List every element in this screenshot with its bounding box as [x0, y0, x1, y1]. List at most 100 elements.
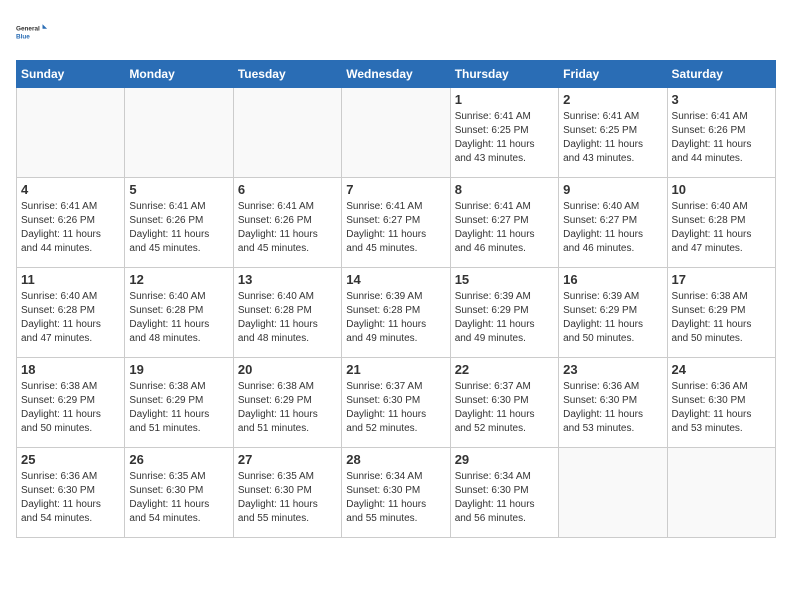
col-header-tuesday: Tuesday: [233, 61, 341, 88]
day-number: 5: [129, 182, 228, 197]
col-header-friday: Friday: [559, 61, 667, 88]
day-info: Sunrise: 6:37 AMSunset: 6:30 PMDaylight:…: [346, 380, 445, 436]
day-info: Sunrise: 6:41 AMSunset: 6:26 PMDaylight:…: [238, 200, 337, 256]
day-number: 10: [672, 182, 771, 197]
day-info: Sunrise: 6:36 AMSunset: 6:30 PMDaylight:…: [563, 380, 662, 436]
calendar-cell: 21 Sunrise: 6:37 AMSunset: 6:30 PMDayligh…: [342, 358, 450, 448]
day-info: Sunrise: 6:41 AMSunset: 6:25 PMDaylight:…: [563, 110, 662, 166]
calendar-cell: 19Sunrise: 6:38 AMSunset: 6:29 PMDayligh…: [125, 358, 233, 448]
day-number: 7: [346, 182, 445, 197]
calendar-cell: 2 Sunrise: 6:41 AMSunset: 6:25 PMDaylight…: [559, 88, 667, 178]
calendar-cell: 18Sunrise: 6:38 AMSunset: 6:29 PMDayligh…: [17, 358, 125, 448]
svg-text:Blue: Blue: [16, 33, 30, 40]
day-number: 22: [455, 362, 554, 377]
day-number: 4: [21, 182, 120, 197]
day-info: Sunrise: 6:40 AMSunset: 6:28 PMDaylight:…: [21, 290, 120, 346]
calendar-cell: [233, 88, 341, 178]
calendar-cell: 5 Sunrise: 6:41 AMSunset: 6:26 PMDaylight…: [125, 178, 233, 268]
calendar-cell: 10Sunrise: 6:40 AMSunset: 6:28 PMDayligh…: [667, 178, 775, 268]
logo-icon: GeneralBlue: [16, 16, 48, 48]
day-info: Sunrise: 6:35 AMSunset: 6:30 PMDaylight:…: [129, 470, 228, 526]
day-info: Sunrise: 6:41 AMSunset: 6:27 PMDaylight:…: [455, 200, 554, 256]
calendar-cell: 7 Sunrise: 6:41 AMSunset: 6:27 PMDaylight…: [342, 178, 450, 268]
calendar-week-1: 1 Sunrise: 6:41 AMSunset: 6:25 PMDaylight…: [17, 88, 776, 178]
day-info: Sunrise: 6:39 AMSunset: 6:28 PMDaylight:…: [346, 290, 445, 346]
col-header-sunday: Sunday: [17, 61, 125, 88]
day-info: Sunrise: 6:36 AMSunset: 6:30 PMDaylight:…: [672, 380, 771, 436]
calendar-cell: 3 Sunrise: 6:41 AMSunset: 6:26 PMDaylight…: [667, 88, 775, 178]
day-info: Sunrise: 6:35 AMSunset: 6:30 PMDaylight:…: [238, 470, 337, 526]
calendar-cell: 15Sunrise: 6:39 AMSunset: 6:29 PMDayligh…: [450, 268, 558, 358]
calendar-cell: 28 Sunrise: 6:34 AMSunset: 6:30 PMDayligh…: [342, 448, 450, 538]
calendar-week-3: 11 Sunrise: 6:40 AMSunset: 6:28 PMDayligh…: [17, 268, 776, 358]
calendar-cell: 26 Sunrise: 6:35 AMSunset: 6:30 PMDayligh…: [125, 448, 233, 538]
day-info: Sunrise: 6:34 AMSunset: 6:30 PMDaylight:…: [455, 470, 554, 526]
day-number: 24: [672, 362, 771, 377]
calendar-cell: 24 Sunrise: 6:36 AMSunset: 6:30 PMDayligh…: [667, 358, 775, 448]
day-number: 23: [563, 362, 662, 377]
col-header-monday: Monday: [125, 61, 233, 88]
day-number: 28: [346, 452, 445, 467]
calendar-cell: 23 Sunrise: 6:36 AMSunset: 6:30 PMDayligh…: [559, 358, 667, 448]
day-number: 27: [238, 452, 337, 467]
calendar-header-row: SundayMondayTuesdayWednesdayThursdayFrid…: [17, 61, 776, 88]
svg-text:General: General: [16, 26, 40, 33]
day-number: 6: [238, 182, 337, 197]
day-number: 11: [21, 272, 120, 287]
calendar-cell: 22 Sunrise: 6:37 AMSunset: 6:30 PMDayligh…: [450, 358, 558, 448]
calendar-cell: 16 Sunrise: 6:39 AMSunset: 6:29 PMDayligh…: [559, 268, 667, 358]
day-number: 1: [455, 92, 554, 107]
day-number: 9: [563, 182, 662, 197]
day-info: Sunrise: 6:38 AMSunset: 6:29 PMDaylight:…: [672, 290, 771, 346]
day-number: 26: [129, 452, 228, 467]
calendar-cell: 4Sunrise: 6:41 AMSunset: 6:26 PMDaylight…: [17, 178, 125, 268]
calendar-cell: 8Sunrise: 6:41 AMSunset: 6:27 PMDaylight…: [450, 178, 558, 268]
calendar-cell: 6 Sunrise: 6:41 AMSunset: 6:26 PMDaylight…: [233, 178, 341, 268]
col-header-thursday: Thursday: [450, 61, 558, 88]
calendar-cell: 29Sunrise: 6:34 AMSunset: 6:30 PMDayligh…: [450, 448, 558, 538]
calendar-cell: 20 Sunrise: 6:38 AMSunset: 6:29 PMDayligh…: [233, 358, 341, 448]
day-number: 17: [672, 272, 771, 287]
day-number: 13: [238, 272, 337, 287]
day-info: Sunrise: 6:40 AMSunset: 6:27 PMDaylight:…: [563, 200, 662, 256]
calendar-cell: [559, 448, 667, 538]
calendar-cell: 14 Sunrise: 6:39 AMSunset: 6:28 PMDayligh…: [342, 268, 450, 358]
day-info: Sunrise: 6:38 AMSunset: 6:29 PMDaylight:…: [238, 380, 337, 436]
day-info: Sunrise: 6:36 AMSunset: 6:30 PMDaylight:…: [21, 470, 120, 526]
calendar-cell: 25 Sunrise: 6:36 AMSunset: 6:30 PMDayligh…: [17, 448, 125, 538]
day-info: Sunrise: 6:39 AMSunset: 6:29 PMDaylight:…: [563, 290, 662, 346]
calendar-cell: [17, 88, 125, 178]
logo: GeneralBlue: [16, 16, 48, 48]
day-info: Sunrise: 6:41 AMSunset: 6:26 PMDaylight:…: [672, 110, 771, 166]
calendar-cell: [125, 88, 233, 178]
col-header-wednesday: Wednesday: [342, 61, 450, 88]
day-number: 14: [346, 272, 445, 287]
day-info: Sunrise: 6:40 AMSunset: 6:28 PMDaylight:…: [238, 290, 337, 346]
calendar-week-4: 18 Sunrise: 6:38 AMSunset: 6:29 PMDayligh…: [17, 358, 776, 448]
day-number: 15: [455, 272, 554, 287]
day-number: 20: [238, 362, 337, 377]
day-info: Sunrise: 6:41 AMSunset: 6:27 PMDaylight:…: [346, 200, 445, 256]
day-number: 18: [21, 362, 120, 377]
day-info: Sunrise: 6:37 AMSunset: 6:30 PMDaylight:…: [455, 380, 554, 436]
day-number: 12: [129, 272, 228, 287]
calendar-cell: 17 Sunrise: 6:38 AMSunset: 6:29 PMDayligh…: [667, 268, 775, 358]
day-number: 2: [563, 92, 662, 107]
calendar-week-5: 25 Sunrise: 6:36 AMSunset: 6:30 PMDayligh…: [17, 448, 776, 538]
day-info: Sunrise: 6:41 AMSunset: 6:26 PMDaylight:…: [129, 200, 228, 256]
day-number: 16: [563, 272, 662, 287]
day-info: Sunrise: 6:34 AMSunset: 6:30 PMDaylight:…: [346, 470, 445, 526]
calendar-table: SundayMondayTuesdayWednesdayThursdayFrid…: [16, 60, 776, 538]
col-header-saturday: Saturday: [667, 61, 775, 88]
day-number: 25: [21, 452, 120, 467]
day-info: Sunrise: 6:40 AMSunset: 6:28 PMDaylight:…: [129, 290, 228, 346]
page-header: GeneralBlue: [16, 16, 776, 48]
calendar-cell: 12 Sunrise: 6:40 AMSunset: 6:28 PMDayligh…: [125, 268, 233, 358]
calendar-cell: 9 Sunrise: 6:40 AMSunset: 6:27 PMDaylight…: [559, 178, 667, 268]
day-number: 3: [672, 92, 771, 107]
calendar-cell: [342, 88, 450, 178]
day-number: 19: [129, 362, 228, 377]
day-number: 21: [346, 362, 445, 377]
calendar-cell: [667, 448, 775, 538]
calendar-cell: 27 Sunrise: 6:35 AMSunset: 6:30 PMDayligh…: [233, 448, 341, 538]
